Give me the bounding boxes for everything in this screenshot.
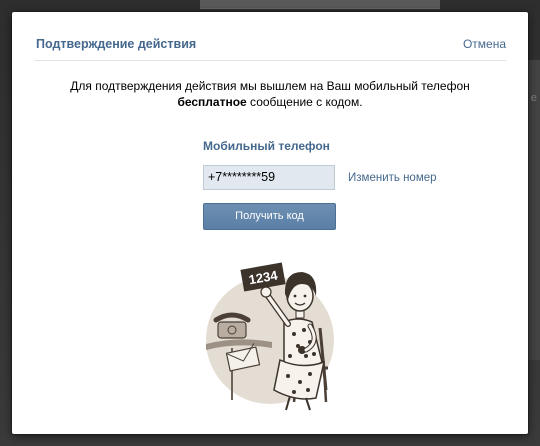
- confirmation-dialog: Подтверждение действия Отмена Для подтве…: [12, 12, 528, 434]
- dialog-header: Подтверждение действия Отмена: [34, 32, 506, 61]
- background-panel: [200, 0, 440, 9]
- change-number-link[interactable]: Изменить номер: [348, 172, 437, 184]
- message-line-1: Для подтверждения действия мы вышлем на …: [70, 79, 470, 93]
- phone-label: Мобильный телефон: [203, 139, 330, 153]
- background-fragment: e: [530, 92, 537, 104]
- get-code-button[interactable]: Получить код: [203, 203, 336, 230]
- message-line-2: сообщение с кодом.: [246, 95, 363, 109]
- dialog-message: Для подтверждения действия мы вышлем на …: [32, 78, 508, 110]
- message-bold-word: бесплатное: [177, 95, 247, 109]
- background-edge: [526, 60, 540, 360]
- phone-field[interactable]: +7********59: [203, 165, 335, 190]
- woman-with-phone-illustration: 1234: [206, 262, 334, 411]
- dialog-title: Подтверждение действия: [36, 37, 197, 51]
- cancel-link[interactable]: Отмена: [463, 37, 506, 51]
